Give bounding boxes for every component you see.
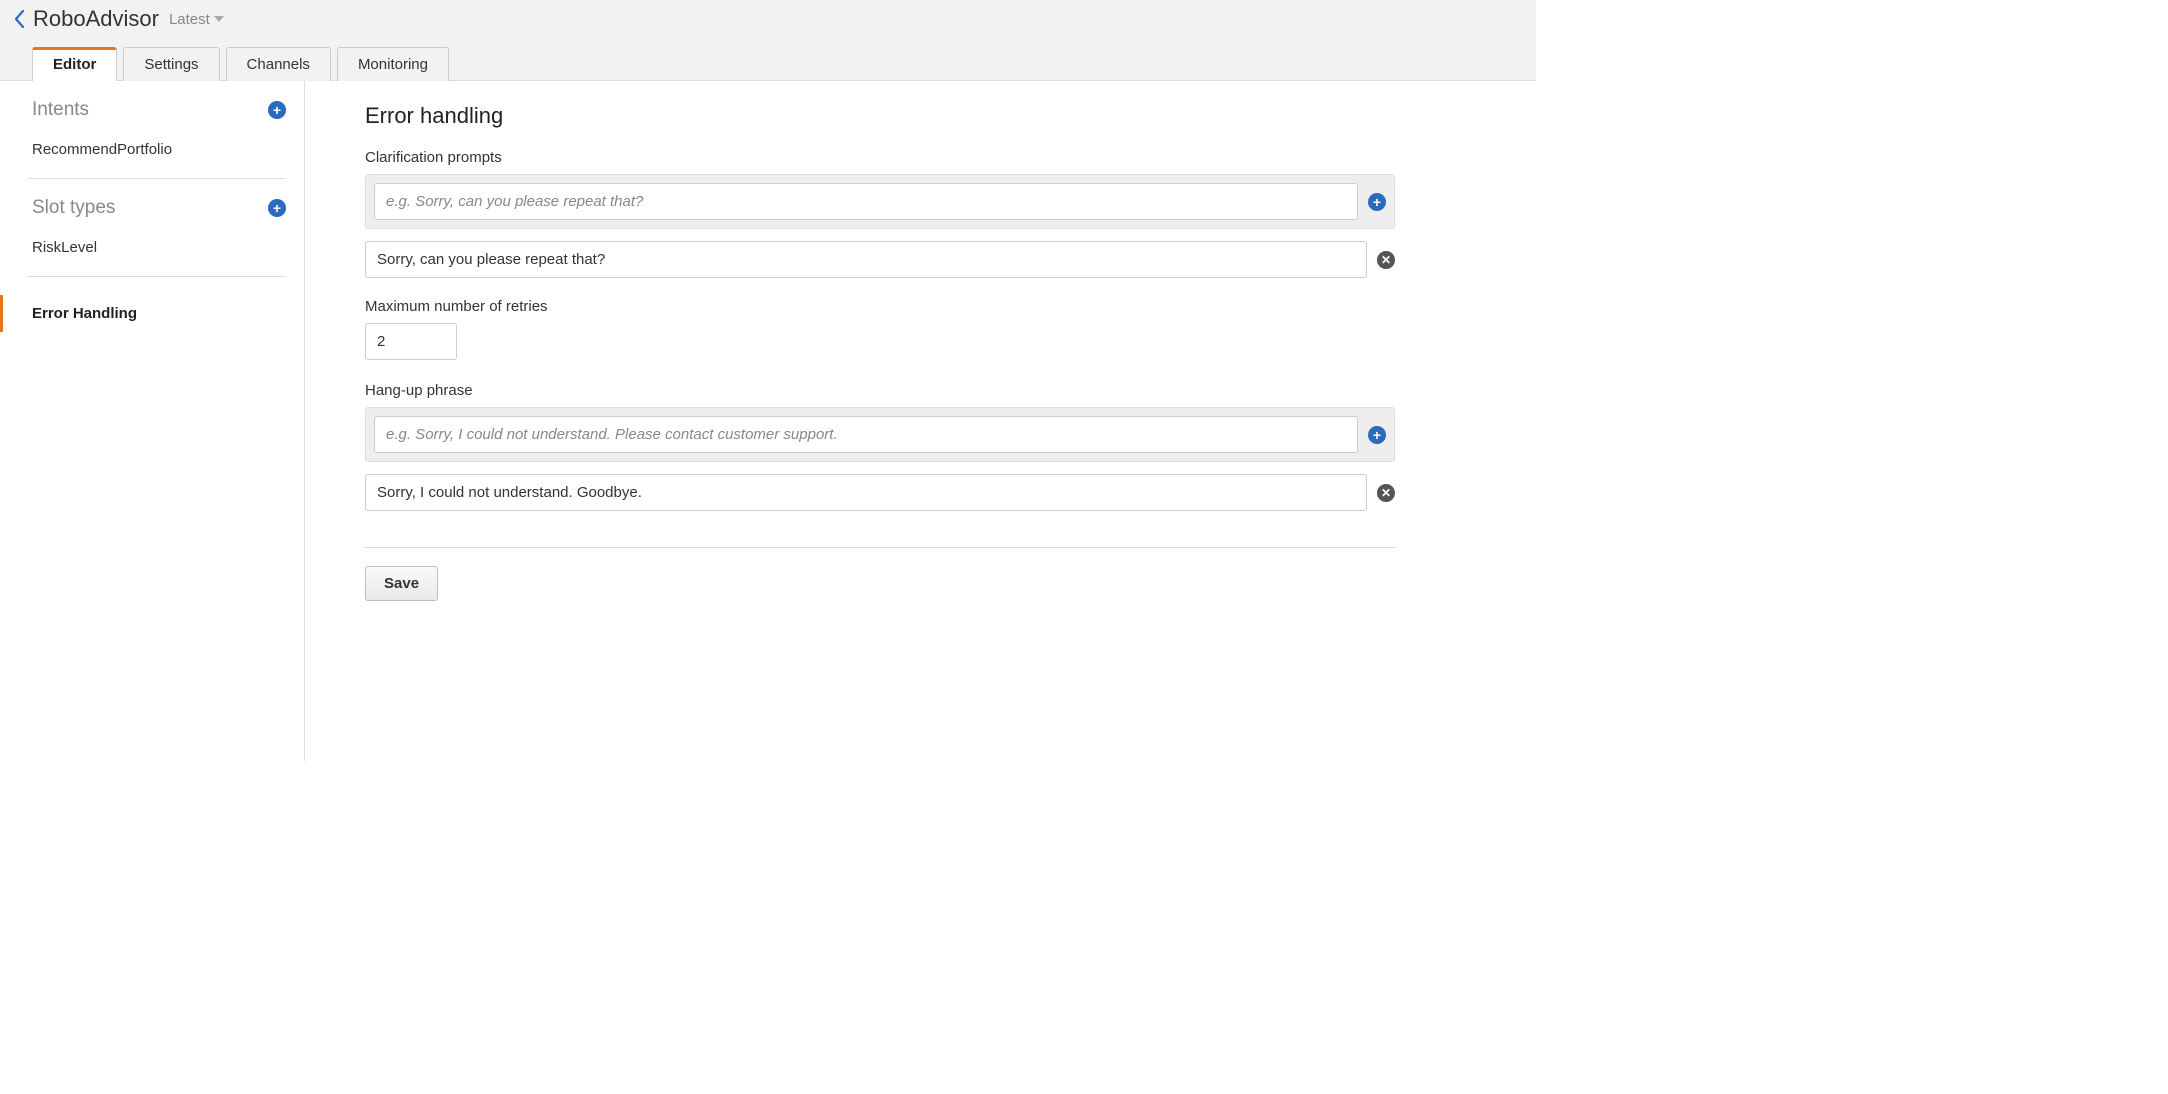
breadcrumb: RoboAdvisor Latest: [10, 0, 1526, 32]
tabs: Editor Settings Channels Monitoring: [10, 33, 1526, 81]
tab-channels[interactable]: Channels: [226, 47, 331, 81]
add-slot-type-icon[interactable]: +: [268, 199, 286, 217]
sidebar-intent-item[interactable]: RecommendPortfolio: [0, 131, 304, 168]
version-label: Latest: [169, 11, 210, 28]
save-button[interactable]: Save: [365, 566, 438, 601]
hangup-label: Hang-up phrase: [365, 382, 1395, 399]
retries-input[interactable]: [365, 323, 457, 360]
remove-hangup-icon[interactable]: ✕: [1377, 484, 1395, 502]
hangup-add-input[interactable]: [374, 416, 1358, 453]
header-bar: RoboAdvisor Latest Editor Settings Chann…: [0, 0, 1536, 81]
clarification-prompts-label: Clarification prompts: [365, 149, 1395, 166]
caret-down-icon: [214, 16, 224, 22]
add-clarification-icon[interactable]: +: [1368, 193, 1386, 211]
divider: [28, 178, 286, 179]
remove-clarification-icon[interactable]: ✕: [1377, 251, 1395, 269]
page-title: Error handling: [365, 103, 1395, 129]
main-content: Error handling Clarification prompts + ✕…: [305, 81, 1405, 761]
retries-label: Maximum number of retries: [365, 298, 1395, 315]
add-hangup-icon[interactable]: +: [1368, 426, 1386, 444]
add-intent-icon[interactable]: +: [268, 101, 286, 119]
clarification-item-row: ✕: [365, 241, 1395, 278]
sidebar-slot-type-item[interactable]: RiskLevel: [0, 229, 304, 266]
clarification-add-row: +: [365, 174, 1395, 229]
clarification-add-input[interactable]: [374, 183, 1358, 220]
sidebar: Intents + RecommendPortfolio Slot types …: [0, 81, 305, 761]
divider: [28, 276, 286, 277]
hangup-item-row: ✕: [365, 474, 1395, 511]
tab-settings[interactable]: Settings: [123, 47, 219, 81]
tab-editor[interactable]: Editor: [32, 47, 117, 81]
version-selector[interactable]: Latest: [169, 11, 224, 28]
bot-title: RoboAdvisor: [33, 6, 159, 32]
clarification-item-input[interactable]: [365, 241, 1367, 278]
intents-heading: Intents: [32, 99, 89, 121]
sidebar-error-handling[interactable]: Error Handling: [0, 295, 304, 332]
divider: [365, 547, 1395, 548]
hangup-add-row: +: [365, 407, 1395, 462]
slot-types-heading: Slot types: [32, 197, 115, 219]
tab-monitoring[interactable]: Monitoring: [337, 47, 449, 81]
back-chevron-icon[interactable]: [14, 10, 25, 28]
hangup-item-input[interactable]: [365, 474, 1367, 511]
